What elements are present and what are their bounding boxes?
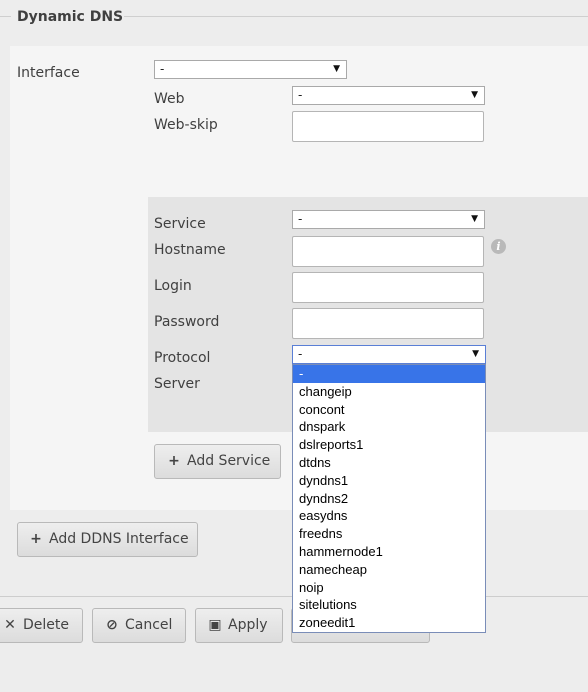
chevron-down-icon: ▼ [333,64,340,74]
protocol-option[interactable]: dyndns1 [293,472,485,490]
chevron-down-icon: ▼ [471,214,478,224]
password-input[interactable] [292,308,484,339]
protocol-option[interactable]: changeip [293,383,485,401]
chevron-down-icon: ▼ [471,90,478,100]
interface-select[interactable]: - ▼ [154,60,347,79]
web-select[interactable]: - ▼ [292,86,485,105]
protocol-option[interactable]: easydns [293,507,485,525]
apply-button[interactable]: ▣ Apply [195,608,283,643]
protocol-option[interactable]: dyndns2 [293,490,485,508]
hostname-input[interactable] [292,236,484,267]
protocol-select[interactable]: - ▼ [292,345,486,364]
save-icon: ▣ [208,617,222,633]
info-icon[interactable]: i [491,239,506,254]
add-ddns-interface-label: Add DDNS Interface [49,531,189,547]
protocol-option[interactable]: namecheap [293,561,485,579]
protocol-option[interactable]: hammernode1 [293,543,485,561]
section-divider-right [124,16,588,17]
delete-button[interactable]: ✕ Delete [0,608,83,643]
add-service-button[interactable]: + Add Service [154,444,281,479]
server-label: Server [154,376,200,392]
protocol-label: Protocol [154,350,211,366]
delete-label: Delete [23,617,69,633]
cancel-button[interactable]: ⊘ Cancel [92,608,186,643]
x-icon: ✕ [4,617,16,633]
login-input[interactable] [292,272,484,303]
protocol-option[interactable]: - [293,365,485,383]
web-label: Web [154,91,185,107]
protocol-option[interactable]: noip [293,579,485,597]
protocol-option[interactable]: sitelutions [293,596,485,614]
login-label: Login [154,278,192,294]
protocol-dropdown-list[interactable]: - changeip concont dnspark dslreports1 dtdns d… [292,364,486,633]
plus-icon: + [168,453,180,469]
protocol-option[interactable]: concont [293,401,485,419]
service-label: Service [154,216,206,232]
cancel-label: Cancel [125,617,173,633]
interface-label: Interface [17,65,80,81]
add-ddns-interface-button[interactable]: + Add DDNS Interface [17,522,198,557]
service-select-value: - [298,212,303,226]
interface-select-value: - [160,62,165,76]
section-divider-left [0,16,11,17]
add-service-label: Add Service [187,453,271,469]
web-skip-input[interactable] [292,111,484,142]
hostname-label: Hostname [154,242,226,258]
service-select[interactable]: - ▼ [292,210,485,229]
protocol-option[interactable]: zoneedit1 [293,614,485,632]
plus-icon: + [30,531,42,547]
protocol-select-value: - [298,347,303,361]
password-label: Password [154,314,220,330]
web-skip-label: Web-skip [154,117,218,133]
web-select-value: - [298,88,303,102]
protocol-option[interactable]: freedns [293,525,485,543]
protocol-option[interactable]: dtdns [293,454,485,472]
protocol-option[interactable]: dnspark [293,418,485,436]
apply-label: Apply [228,617,268,633]
ban-icon: ⊘ [106,617,118,633]
chevron-down-icon: ▼ [472,349,479,359]
section-title: Dynamic DNS [17,9,124,25]
protocol-option[interactable]: dslreports1 [293,436,485,454]
